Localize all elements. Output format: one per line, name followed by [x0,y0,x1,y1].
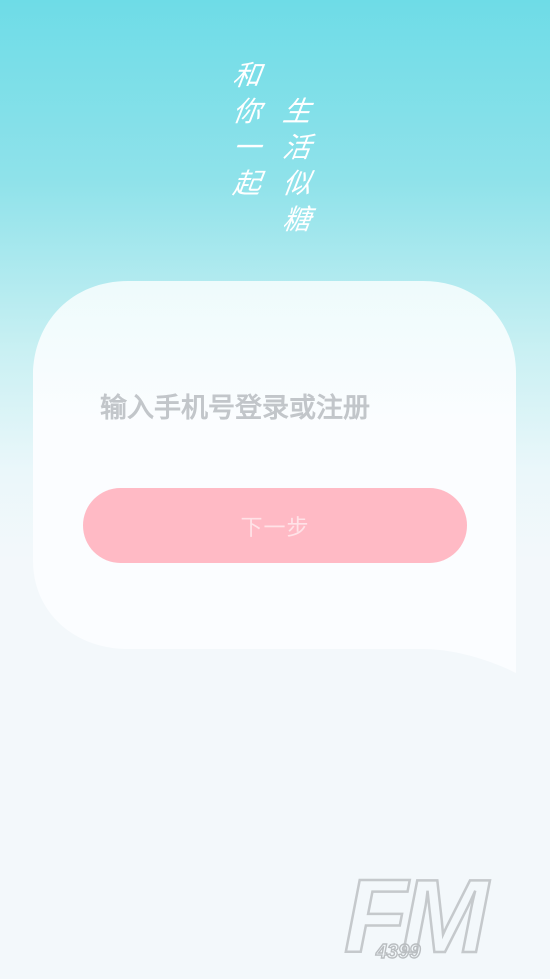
slogan-char: 似 [280,167,315,200]
slogan-char: 你 [230,95,265,128]
slogan-char: 一 [230,131,265,164]
phone-input[interactable] [100,386,460,430]
fm-logo-icon: FM 4399 [343,858,498,977]
app-slogan: 和 你 一 起 生 活 似 糖 [225,58,325,258]
fm4399-watermark-logo: FM 4399 [340,858,516,977]
fm-logo-number: 4399 [375,941,421,963]
slogan-char: 生 [280,95,315,128]
slogan-char: 活 [280,131,315,164]
slogan-right-column: 生 活 似 糖 [280,94,315,238]
speech-bubble-shape [33,281,516,673]
login-card [33,281,516,673]
slogan-left-column: 和 你 一 起 [230,58,265,202]
slogan-char: 和 [230,59,265,92]
next-step-button[interactable]: 下一步 [83,488,467,563]
slogan-char: 起 [230,167,265,200]
next-step-label: 下一步 [240,515,310,541]
slogan-char: 糖 [280,203,315,236]
